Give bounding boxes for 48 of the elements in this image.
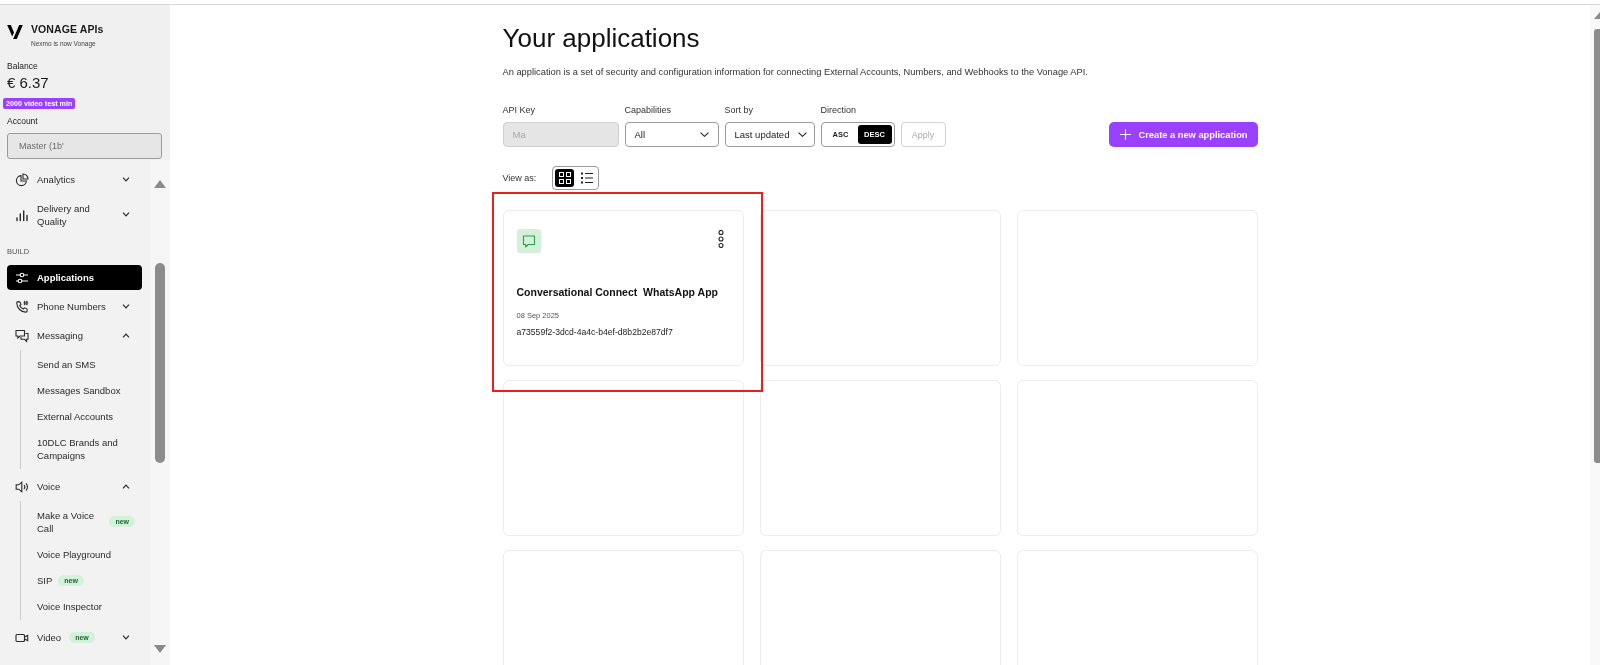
list-icon [580, 172, 593, 184]
logo-icon [7, 25, 23, 39]
page-description: An application is a set of security and configuration information for connecting External Accounts, Numbers, and Webhooks to the Vonage API. [502, 66, 1089, 78]
nav-item[interactable]: Applications [7, 265, 142, 290]
nav-item[interactable]: Messaging [7, 323, 142, 348]
nav-subitem[interactable]: Messages Sandbox [21, 378, 142, 402]
pie-chart-icon [15, 172, 29, 187]
phone-icon [15, 299, 29, 314]
balance-amount: € 6.37 [7, 74, 49, 91]
grid-view-button[interactable] [555, 169, 575, 187]
filter-label: Capabilities [624, 104, 673, 116]
nav-subitem[interactable]: 10DLC Brands and Campaigns [21, 430, 142, 467]
brand-name: VONAGE APIs [31, 22, 104, 36]
nav-item[interactable]: Delivery and Quality [7, 196, 142, 233]
nav-subitem[interactable]: Voice Playground [21, 542, 142, 566]
account-label: Account [7, 116, 38, 127]
scroll-up-icon[interactable] [1594, 12, 1600, 19]
page-title: Your applications [502, 22, 701, 54]
plus-icon [1120, 129, 1132, 140]
chevron-down-icon [797, 132, 807, 137]
chat-icon [516, 229, 541, 253]
create-application-button[interactable]: Create a new application [1109, 122, 1258, 147]
nav-subitem[interactable]: Send an SMS [21, 352, 142, 376]
sliders-icon [15, 270, 29, 285]
balance-label: Balance [7, 61, 38, 72]
chevron-down-icon [699, 132, 709, 137]
nav-item[interactable]: Phone Numbers [7, 294, 142, 319]
scrollbar-thumb[interactable] [155, 263, 165, 463]
scroll-up-icon[interactable] [154, 180, 166, 188]
chat-bubbles-icon [15, 328, 29, 343]
dropdown-select[interactable]: All [624, 122, 719, 147]
app-name: Conversational Connect WhatsApp App [516, 285, 718, 299]
filter-label: Sort by [724, 104, 754, 116]
nav-item[interactable]: Analytics [7, 167, 142, 192]
app-id: a73559f2-3dcd-4a4c-b4ef-d8b2b2e87df7 [516, 327, 673, 338]
dropdown-select[interactable]: Last updated [724, 122, 815, 147]
scrollbar-thumb[interactable] [1594, 29, 1600, 463]
filter-label: Direction [820, 104, 857, 116]
grid-icon [558, 172, 571, 184]
nav-subitem[interactable]: External Accounts [21, 404, 142, 428]
bar-chart-icon [15, 207, 29, 222]
nav-subitem[interactable]: Voice Inspector [21, 594, 142, 618]
view-as-label: View as: [502, 172, 537, 184]
filter-label: API Key [502, 104, 536, 116]
speaker-icon [15, 479, 29, 494]
nav-item[interactable]: Voice [7, 474, 142, 499]
scroll-down-icon[interactable] [154, 645, 166, 653]
kebab-menu-icon[interactable] [717, 230, 724, 248]
